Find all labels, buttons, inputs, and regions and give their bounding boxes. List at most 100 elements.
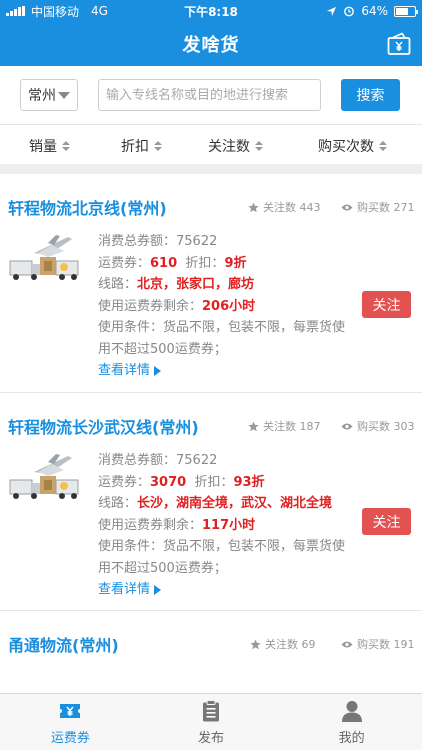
eye-icon xyxy=(341,641,353,647)
listing-card[interactable]: 轩程物流北京线(常州) 关注数 443 购买数 271 消费总券额：75622 … xyxy=(0,174,422,393)
tab-label: 发布 xyxy=(198,730,225,746)
sort-label: 关注数 xyxy=(208,139,250,155)
follow-count: 关注数 443 xyxy=(248,199,321,215)
user-icon xyxy=(341,700,362,722)
page-title: 发啥货 xyxy=(182,35,240,56)
tab-profile[interactable]: 我的 xyxy=(281,694,422,750)
view-details-link[interactable]: 查看详情 xyxy=(98,579,356,601)
total-value: 75622 xyxy=(176,234,218,249)
purchase-count-text: 购买数 303 xyxy=(357,420,415,433)
listing-title[interactable]: 甬通物流(常州) xyxy=(8,632,119,656)
listing-title[interactable]: 轩程物流长沙武汉线(常州) xyxy=(8,414,199,438)
follow-count: 关注数 187 xyxy=(248,418,321,434)
tab-coupons[interactable]: 运费券 xyxy=(0,694,141,750)
sort-sales[interactable]: 销量 xyxy=(29,136,70,156)
sort-purchases[interactable]: 购买次数 xyxy=(318,136,387,156)
location-icon xyxy=(327,6,337,16)
route-value: 长沙，湖南全境，武汉、湖北全境 xyxy=(137,496,333,511)
logistics-image xyxy=(8,450,84,508)
eye-icon xyxy=(341,204,353,210)
listing-info: 消费总券额：75622 运费券：610 折扣：9折 线路：北京，张家口，廊坊 使… xyxy=(98,231,356,382)
view-details-link[interactable]: 查看详情 xyxy=(98,360,356,382)
coupon-value: 610 xyxy=(150,255,178,271)
sort-label: 购买次数 xyxy=(318,139,374,155)
sort-label: 销量 xyxy=(29,139,57,155)
coupon-label: 运费券： xyxy=(98,255,151,271)
purchase-count: 购买数 191 xyxy=(341,636,415,652)
sort-arrows-icon xyxy=(62,141,70,151)
discount-value: 93折 xyxy=(233,474,265,490)
usage-condition: 使用条件：货品不限，包装不限，每票货使用不超过500运费券； xyxy=(98,539,346,576)
coupon-yen-icon xyxy=(60,703,81,718)
discount-value: 9折 xyxy=(224,255,247,271)
purchase-count-text: 购买数 191 xyxy=(357,638,415,651)
network-type: 4G xyxy=(91,4,108,18)
listing-card[interactable]: 轩程物流长沙武汉线(常州) 关注数 187 购买数 303 消费总券额：7562… xyxy=(0,393,422,611)
star-icon xyxy=(250,638,261,649)
star-icon xyxy=(248,201,259,212)
discount-label: 折扣： xyxy=(185,255,225,271)
listing-title[interactable]: 轩程物流北京线(常州) xyxy=(8,195,167,219)
coupon-label: 运费券： xyxy=(98,474,151,490)
section-divider xyxy=(0,164,422,174)
remain-label: 使用运费券剩余： xyxy=(98,298,203,314)
sort-arrows-icon xyxy=(379,141,387,151)
caret-down-icon xyxy=(58,91,70,99)
search-bar: 常州 搜索 xyxy=(0,66,422,124)
clipboard-icon xyxy=(203,699,219,721)
route-label: 线路： xyxy=(98,496,138,511)
tab-label: 我的 xyxy=(338,730,365,746)
tab-publish[interactable]: 发布 xyxy=(141,694,282,750)
city-select-value: 常州 xyxy=(28,88,56,104)
status-bar: 中国移动 4G 下午8:18 64% xyxy=(0,0,422,22)
clock: 下午8:18 xyxy=(184,4,238,19)
search-input[interactable] xyxy=(98,79,321,111)
route-label: 线路： xyxy=(98,277,138,292)
bottom-tab-bar: 运费券 发布 我的 xyxy=(0,693,422,750)
purchase-count-text: 购买数 271 xyxy=(357,201,415,214)
purchase-count: 购买数 303 xyxy=(341,418,415,434)
follow-button[interactable]: 关注 xyxy=(362,291,411,318)
total-label: 消费总券额： xyxy=(98,234,177,249)
wallet-yen-icon[interactable] xyxy=(386,31,412,57)
view-details-label: 查看详情 xyxy=(98,363,151,378)
follow-count-text: 关注数 187 xyxy=(263,420,321,433)
view-details-label: 查看详情 xyxy=(98,582,151,597)
sort-arrows-icon xyxy=(255,141,263,151)
sort-bar: 销量 折扣 关注数 购买次数 xyxy=(0,124,422,164)
sort-label: 折扣 xyxy=(121,139,149,155)
listing-card[interactable]: 甬通物流(常州) 关注数 69 购买数 191 xyxy=(0,611,422,693)
purchase-count: 购买数 271 xyxy=(341,199,415,215)
triangle-right-icon xyxy=(154,365,162,376)
follow-button[interactable]: 关注 xyxy=(362,508,411,535)
logistics-image xyxy=(8,231,84,289)
total-value: 75622 xyxy=(176,453,218,468)
remain-value: 117小时 xyxy=(202,517,256,533)
sort-discount[interactable]: 折扣 xyxy=(121,136,162,156)
carrier: 中国移动 xyxy=(31,4,80,19)
city-select[interactable]: 常州 xyxy=(20,79,78,111)
tab-label: 运费券 xyxy=(50,730,90,746)
nav-bar: 发啥货 xyxy=(0,22,422,66)
discount-label: 折扣： xyxy=(194,474,234,490)
total-label: 消费总券额： xyxy=(98,453,177,468)
coupon-value: 3070 xyxy=(150,474,187,490)
battery-icon xyxy=(394,5,418,17)
eye-icon xyxy=(341,423,353,429)
alarm-icon xyxy=(344,6,355,17)
remain-label: 使用运费券剩余： xyxy=(98,517,203,533)
triangle-right-icon xyxy=(154,584,162,595)
route-value: 北京，张家口，廊坊 xyxy=(137,277,255,292)
follow-count-text: 关注数 443 xyxy=(263,201,321,214)
remain-value: 206小时 xyxy=(202,298,256,314)
follow-count: 关注数 69 xyxy=(250,636,316,652)
search-button[interactable]: 搜索 xyxy=(341,79,400,111)
sort-follows[interactable]: 关注数 xyxy=(208,136,263,156)
star-icon xyxy=(248,420,259,431)
follow-count-text: 关注数 69 xyxy=(265,638,316,651)
usage-condition: 使用条件：货品不限，包装不限，每票货使用不超过500运费券； xyxy=(98,320,346,357)
signal-icon xyxy=(6,6,25,16)
sort-arrows-icon xyxy=(154,141,162,151)
listing-info: 消费总券额：75622 运费券：3070 折扣：93折 线路：长沙，湖南全境，武… xyxy=(98,450,356,601)
battery-percent: 64% xyxy=(361,4,388,18)
